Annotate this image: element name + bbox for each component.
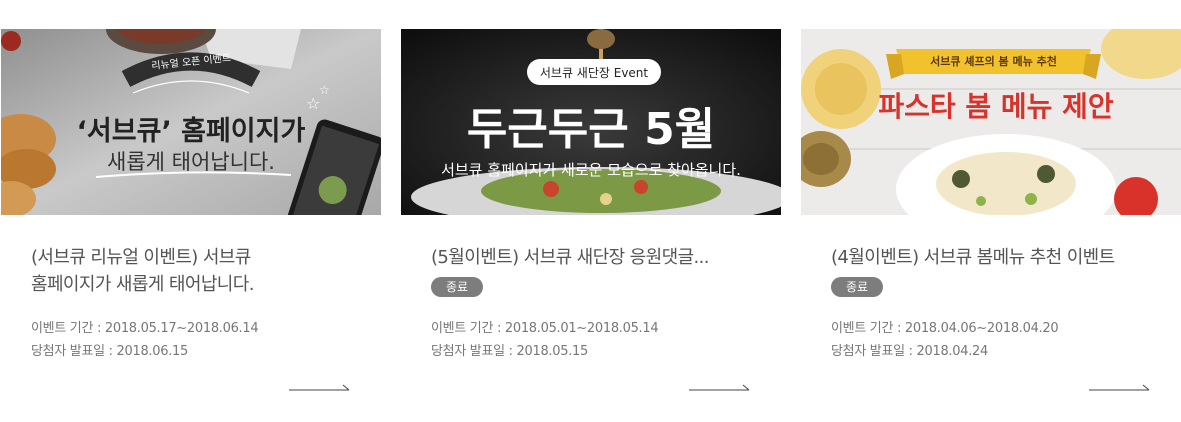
thumb-headline: 두근두근 5월 bbox=[466, 104, 716, 155]
svg-text:☆: ☆ bbox=[319, 83, 330, 97]
event-thumbnail[interactable]: 서브큐 셰프의 봄 메뉴 추천 파스타 봄 메뉴 제안 bbox=[801, 29, 1181, 215]
thumb-headline: 파스타 봄 메뉴 제안 bbox=[878, 90, 1114, 123]
event-thumbnail[interactable]: 서브큐 새단장 Event 두근두근 5월 서브큐 홈페이지가 새로운 모습으로… bbox=[401, 29, 781, 215]
arrow-right-icon[interactable] bbox=[289, 381, 351, 393]
event-card-list: ☆ ☆ 리뉴얼 오픈 이벤트 ‘서브큐’ 홈페이지가 새롭게 태어납니다. (서… bbox=[0, 0, 1181, 422]
thumb-ribbon-text: 서브큐 셰프의 봄 메뉴 추천 bbox=[930, 55, 1057, 68]
event-title[interactable]: (서브큐 리뉴얼 이벤트) 서브큐 홈페이지가 새롭게 태어납니다. bbox=[31, 244, 361, 298]
event-period: 이벤트 기간 : 2018.05.17~2018.06.14 bbox=[31, 321, 259, 336]
event-card[interactable]: ☆ ☆ 리뉴얼 오픈 이벤트 ‘서브큐’ 홈페이지가 새롭게 태어납니다. (서… bbox=[1, 29, 381, 422]
event-period: 이벤트 기간 : 2018.04.06~2018.04.20 bbox=[831, 321, 1059, 336]
winner-announce-date: 당첨자 발표일 : 2018.06.15 bbox=[31, 344, 188, 359]
event-card[interactable]: 서브큐 셰프의 봄 메뉴 추천 파스타 봄 메뉴 제안 (4월이벤트) 서브큐 … bbox=[801, 29, 1181, 422]
event-title[interactable]: (4월이벤트) 서브큐 봄메뉴 추천 이벤트 bbox=[831, 244, 1161, 271]
winner-announce-date: 당첨자 발표일 : 2018.05.15 bbox=[431, 344, 588, 359]
thumb-headline: ‘서브큐’ 홈페이지가 bbox=[76, 116, 306, 147]
status-badge: 종료 bbox=[831, 277, 883, 297]
event-period: 이벤트 기간 : 2018.05.01~2018.05.14 bbox=[431, 321, 659, 336]
event-thumbnail[interactable]: ☆ ☆ 리뉴얼 오픈 이벤트 ‘서브큐’ 홈페이지가 새롭게 태어납니다. bbox=[1, 29, 381, 215]
event-title[interactable]: (5월이벤트) 서브큐 새단장 응원댓글... bbox=[431, 244, 761, 271]
thumb-subline: 새롭게 태어납니다. bbox=[107, 150, 275, 174]
status-badge: 종료 bbox=[431, 277, 483, 297]
winner-announce-date: 당첨자 발표일 : 2018.04.24 bbox=[831, 344, 988, 359]
arrow-right-icon[interactable] bbox=[689, 381, 751, 393]
thumb-subline: 서브큐 홈페이지가 새로운 모습으로 찾아옵니다. bbox=[441, 161, 741, 179]
event-card[interactable]: 서브큐 새단장 Event 두근두근 5월 서브큐 홈페이지가 새로운 모습으로… bbox=[401, 29, 781, 422]
arrow-right-icon[interactable] bbox=[1089, 381, 1151, 393]
thumb-pill-label: 서브큐 새단장 Event bbox=[539, 66, 649, 80]
